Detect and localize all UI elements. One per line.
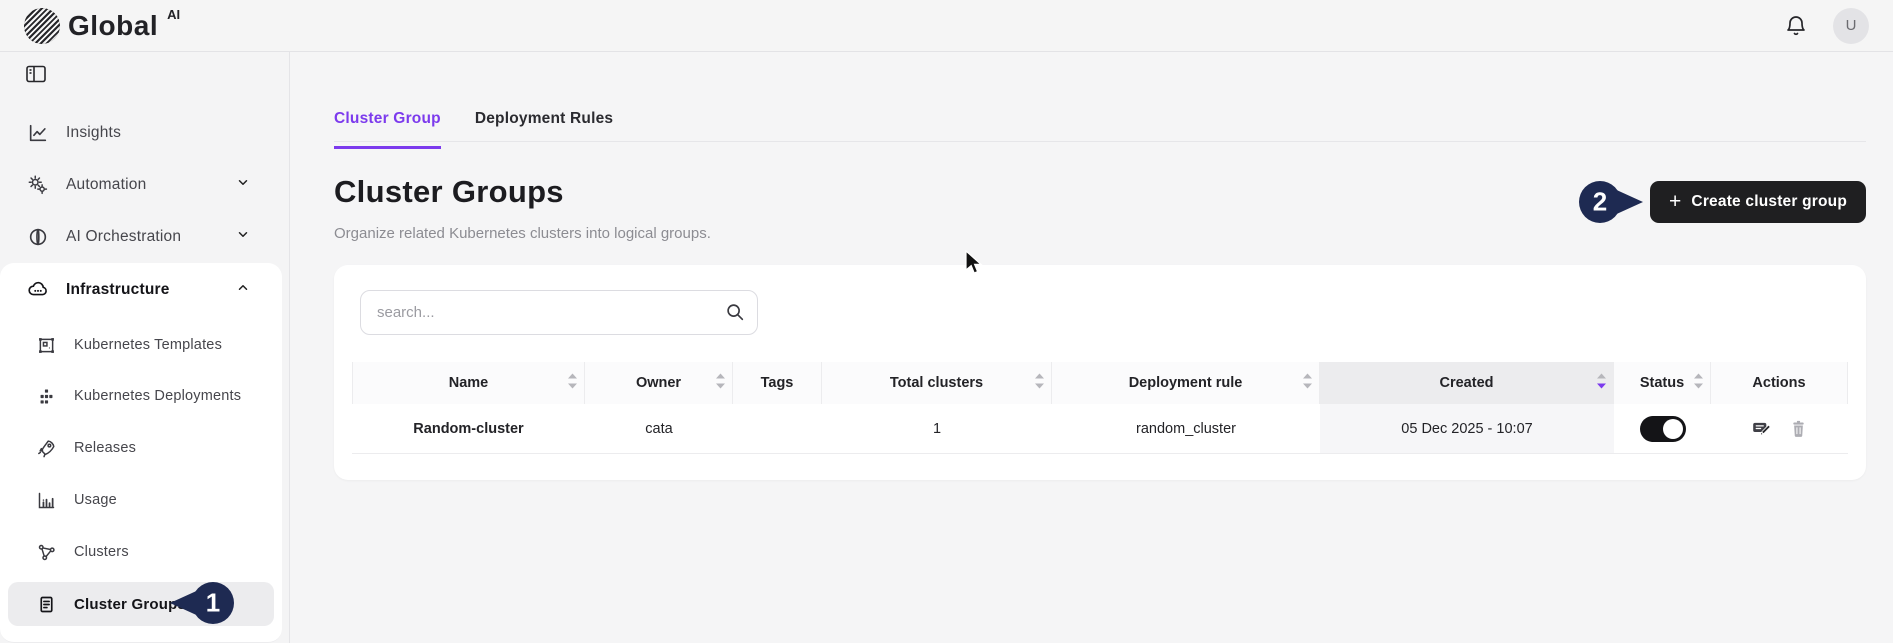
sidebar-item-label: Kubernetes Templates [74,337,222,353]
column-header-name[interactable]: Name [352,362,585,404]
tab-cluster-group[interactable]: Cluster Group [334,110,441,149]
sort-icon[interactable] [716,374,725,393]
sidebar-item-label: Releases [74,440,136,456]
column-header-owner[interactable]: Owner [585,362,733,404]
cluster-network-icon [34,540,58,564]
cell-tags [733,404,822,453]
column-header-total-clusters[interactable]: Total clusters [822,362,1052,404]
cell-name: Random-cluster [352,404,585,453]
user-avatar[interactable]: U [1833,8,1869,44]
sidebar-item-label: Kubernetes Deployments [74,388,241,404]
sidebar-item-releases[interactable]: Releases [8,426,274,470]
cell-actions [1711,404,1848,453]
column-header-deployment-rule[interactable]: Deployment rule [1052,362,1320,404]
cell-status [1614,404,1711,453]
sidebar-item-label: Infrastructure [66,281,170,299]
tab-divider [334,141,1866,142]
cell-deployment-rule: random_cluster [1052,404,1320,453]
annotation-step-2-badge: 2 [1578,180,1644,224]
sort-desc-icon[interactable] [1597,374,1606,393]
tab-bar: Cluster Group Deployment Rules [334,110,613,149]
delete-trash-icon[interactable] [1787,418,1809,440]
sidebar-item-label: Automation [66,176,146,194]
infrastructure-section: Infrastructure Kubernetes Templates [0,263,282,643]
tab-deployment-rules[interactable]: Deployment Rules [475,110,613,149]
sidebar-item-label: Insights [66,124,121,142]
brand-suffix: AI [167,8,180,22]
search-field [360,290,758,335]
page-subtitle: Organize related Kubernetes clusters int… [334,225,711,242]
table-header-row: Name Owner Tags [352,362,1848,404]
sort-icon[interactable] [1694,374,1703,393]
brain-icon [26,225,50,249]
toggle-knob [1663,419,1683,439]
annotation-step-1-badge: 1 [169,581,235,625]
cell-total-clusters: 1 [822,404,1052,453]
sidebar-item-clusters[interactable]: Clusters [8,530,274,574]
chevron-up-icon [236,281,250,300]
cluster-groups-table: Name Owner Tags [352,362,1848,454]
create-cluster-group-button[interactable]: + Create cluster group [1650,181,1866,223]
deployments-nodes-icon [34,384,58,408]
cluster-groups-card: Name Owner Tags [334,265,1866,480]
search-icon[interactable] [724,301,746,328]
column-header-created[interactable]: Created [1320,362,1614,404]
globe-logo-icon [24,8,60,44]
header-actions: U [1781,8,1869,44]
cluster-groups-list-icon [34,592,58,616]
gears-icon [26,173,50,197]
edit-icon[interactable] [1750,418,1772,440]
sidebar-item-ai-orchestration[interactable]: AI Orchestration [0,215,282,259]
sidebar: Insights Automation AI Orchestration [0,52,290,643]
sidebar-item-kubernetes-templates[interactable]: Kubernetes Templates [8,323,274,367]
sort-icon[interactable] [1303,374,1312,393]
sidebar-item-label: Usage [74,492,117,508]
usage-bars-icon [34,488,58,512]
create-button-label: Create cluster group [1691,193,1847,211]
chevron-down-icon [236,176,250,195]
column-header-actions: Actions [1711,362,1848,404]
brand-name: Global [68,8,158,44]
sidebar-item-infrastructure[interactable]: Infrastructure [0,268,282,312]
template-frame-icon [34,333,58,357]
table-row[interactable]: Random-cluster cata 1 random_cluster 05 … [352,404,1848,454]
sidebar-item-insights[interactable]: Insights [0,111,282,155]
cell-created: 05 Dec 2025 - 10:07 [1320,404,1614,453]
cloud-icon [26,278,50,302]
plus-icon: + [1669,192,1681,212]
chevron-down-icon [236,228,250,247]
page-title: Cluster Groups [334,174,564,210]
sidebar-item-automation[interactable]: Automation [0,163,282,207]
app-window: Global AI U Insights [0,0,1893,643]
sidebar-collapse-icon[interactable] [24,62,52,90]
annotation-step-number: 2 [1593,187,1607,218]
cell-owner: cata [585,404,733,453]
sidebar-item-label: AI Orchestration [66,228,181,246]
sort-icon[interactable] [1035,374,1044,393]
insights-chart-icon [26,121,50,145]
status-toggle[interactable] [1640,416,1686,442]
sort-icon[interactable] [568,374,577,393]
main-content: Cluster Group Deployment Rules Cluster G… [291,52,1893,643]
sidebar-item-usage[interactable]: Usage [8,478,274,522]
search-input[interactable] [360,290,758,335]
sidebar-item-kubernetes-deployments[interactable]: Kubernetes Deployments [8,374,274,418]
column-header-status[interactable]: Status [1614,362,1711,404]
sidebar-item-label: Clusters [74,544,129,560]
brand-logo[interactable]: Global AI [24,8,180,44]
column-header-tags[interactable]: Tags [733,362,822,404]
annotation-step-number: 1 [206,588,220,619]
rocket-icon [34,436,58,460]
notifications-bell-icon[interactable] [1781,11,1811,41]
top-header: Global AI U [0,0,1893,52]
